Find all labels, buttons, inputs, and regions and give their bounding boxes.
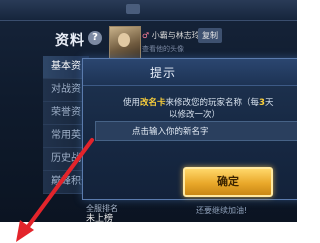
rank-value: 未上榜 <box>86 214 114 222</box>
help-button[interactable]: ? <box>88 31 102 45</box>
top-bar <box>0 0 297 21</box>
rank-info: 全服排名 未上榜 <box>86 204 118 222</box>
player-name: ♂ 小霸与林志玲 <box>142 30 200 41</box>
msg-middle: 来修改您的玩家名称（每 <box>165 98 260 108</box>
avatar-hint: 查看他的头像 <box>142 45 184 53</box>
dialog-title: 提示 <box>149 66 176 80</box>
top-tab <box>126 4 140 14</box>
msg-prefix: 使用 <box>123 98 141 108</box>
rename-card-text: 改名卡 <box>140 98 166 108</box>
game-screen: 资料 ? ♂ 小霸与林志玲 复制 查看他的头像 基本资 对战资 荣誉资 常用英 … <box>0 0 297 222</box>
rank-label: 全服排名 <box>86 204 118 213</box>
encourage-text: 还要继续加油! <box>196 206 248 215</box>
dialog-header: 提示 <box>83 59 297 86</box>
player-name-text: 小霸与林志玲 <box>151 31 200 40</box>
new-name-input[interactable]: 点击输入你的新名字 <box>95 121 297 141</box>
confirm-button[interactable]: 确定 <box>183 167 273 197</box>
msg-line2: 以修改一次） <box>169 110 221 120</box>
gender-icon: ♂ <box>142 31 150 40</box>
page-title: 资料 <box>55 33 85 49</box>
dialog-message: 使用改名卡来修改您的玩家名称（每3天 以修改一次） <box>123 97 297 121</box>
avatar[interactable] <box>109 26 141 60</box>
copy-button[interactable]: 复制 <box>198 28 222 43</box>
msg-suffix: 天 <box>264 98 274 108</box>
rename-dialog: 提示 使用改名卡来修改您的玩家名称（每3天 以修改一次） 点击输入你的新名字 确… <box>82 58 297 200</box>
